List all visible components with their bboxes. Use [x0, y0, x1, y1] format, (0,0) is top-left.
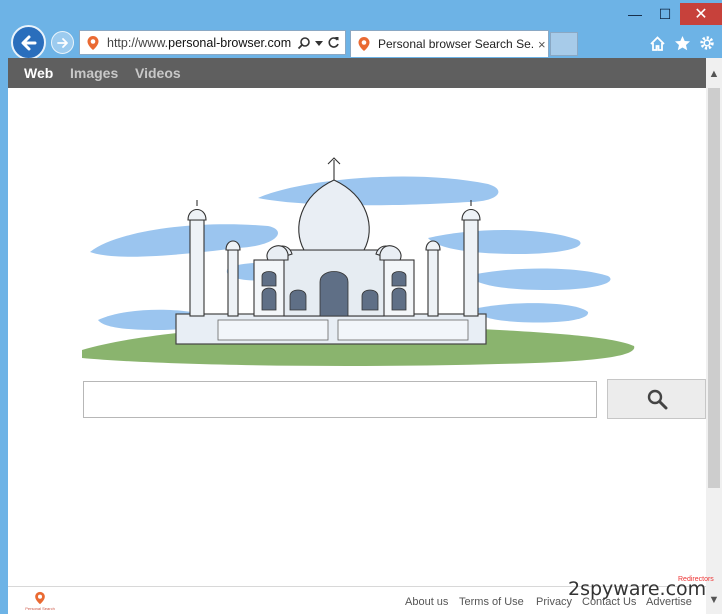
watermark-subtext: Redirectors	[678, 576, 714, 583]
tab-close-button[interactable]: ×	[538, 37, 546, 52]
nav-videos[interactable]: Videos	[135, 65, 181, 81]
forward-button[interactable]	[51, 31, 74, 54]
footer-logo-text: Personal Search	[25, 606, 55, 611]
browser-chrome: — ☐ ✕ http://www.personal-browser.com Pe…	[0, 0, 722, 60]
dropdown-icon[interactable]	[315, 39, 323, 47]
address-bar[interactable]: http://www.personal-browser.com	[79, 30, 346, 55]
tab-title: Personal browser Search Se...	[378, 37, 534, 51]
search-type-nav: Web Images Videos	[8, 58, 706, 88]
tools-button[interactable]	[697, 33, 717, 53]
search-icon[interactable]	[297, 36, 311, 50]
gear-icon	[700, 36, 714, 50]
taj-mahal-illustration	[82, 157, 635, 366]
vertical-scrollbar[interactable]: ▲ ▼	[706, 58, 722, 614]
nav-images[interactable]: Images	[70, 65, 118, 81]
tab-personal-browser-search[interactable]: Personal browser Search Se... ×	[350, 30, 549, 57]
footer-link-privacy[interactable]: Privacy	[536, 596, 572, 608]
favorites-button[interactable]	[672, 33, 692, 53]
footer-link-about-us[interactable]: About us	[405, 596, 448, 608]
address-url[interactable]: http://www.personal-browser.com	[107, 36, 293, 50]
site-favicon-icon	[87, 35, 99, 50]
home-icon	[649, 35, 665, 51]
scroll-thumb[interactable]	[708, 88, 720, 488]
forward-arrow-icon	[56, 37, 68, 48]
home-button[interactable]	[647, 33, 667, 53]
address-url-prefix: http://www.	[107, 35, 169, 50]
scroll-up-icon[interactable]: ▲	[706, 68, 722, 80]
nav-web[interactable]: Web	[24, 65, 53, 81]
close-window-button[interactable]: ✕	[680, 3, 722, 25]
address-url-domain: personal-browser.com	[168, 35, 292, 50]
star-icon	[674, 35, 690, 50]
magnifier-icon	[647, 389, 667, 410]
new-tab-button[interactable]	[550, 32, 578, 56]
footer-logo[interactable]: Personal Search	[25, 591, 55, 613]
search-button[interactable]	[607, 379, 706, 419]
tab-favicon-icon	[358, 37, 370, 51]
back-arrow-icon	[21, 35, 36, 50]
minimize-button[interactable]: —	[624, 3, 646, 25]
personal-search-logo-icon	[35, 591, 45, 605]
search-input[interactable]	[83, 381, 597, 418]
back-button[interactable]	[11, 25, 46, 60]
refresh-icon[interactable]	[327, 36, 340, 49]
watermark: 2spyware.com Redirectors	[568, 576, 718, 610]
maximize-button[interactable]: ☐	[654, 3, 676, 25]
footer-link-terms-of-use[interactable]: Terms of Use	[459, 596, 524, 608]
page-viewport: Web Images Videos ▲ ▼ Personal Search Ab…	[8, 58, 722, 614]
